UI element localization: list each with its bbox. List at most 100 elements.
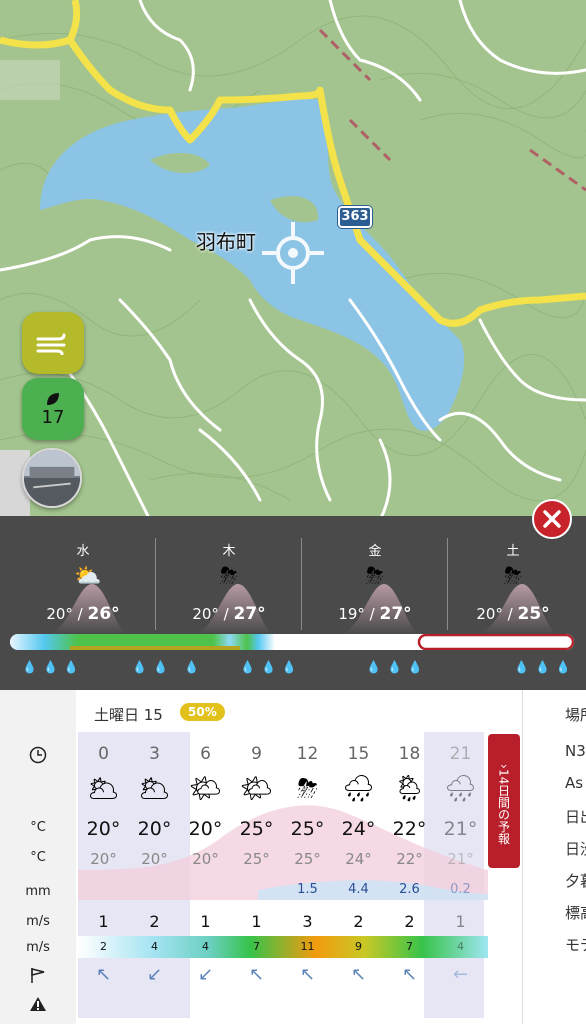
hour-column[interactable]: 9 🌤 25° 25° 1 7 ↖ bbox=[231, 690, 282, 1024]
clock-icon bbox=[29, 746, 47, 764]
road-number-shield: 363 bbox=[338, 206, 372, 228]
rain-drops-icon: 💧💧💧 bbox=[240, 660, 303, 674]
rain-unit: mm bbox=[25, 884, 51, 899]
rain-icon: 🌧 bbox=[341, 774, 375, 804]
temperature-unit: °C bbox=[30, 820, 46, 835]
sun-cloud-icon: 🌤 bbox=[188, 774, 222, 804]
low-temp: 20° bbox=[476, 605, 503, 623]
hour-wind-gust: 9 bbox=[355, 940, 362, 953]
crosshair-icon bbox=[262, 222, 324, 284]
air-quality-button[interactable]: 17 bbox=[22, 378, 84, 440]
wind-arrow-icon: ↖ bbox=[95, 964, 112, 985]
hour-wind-speed: 2 bbox=[404, 912, 415, 931]
hour-time: 18 bbox=[398, 744, 421, 764]
cloud-thunder-icon: ⛈ bbox=[366, 564, 384, 589]
hour-wind-gust: 4 bbox=[457, 940, 464, 953]
cloud-thunder-icon: ⛈ bbox=[504, 564, 522, 589]
hour-column[interactable]: 15 🌧 24° 24° 4.4 2 9 ↖ bbox=[333, 690, 384, 1024]
hour-wind-gust: 7 bbox=[406, 940, 413, 953]
hour-temperature: 21° bbox=[443, 818, 478, 840]
sun-cloud-rain-icon: ⛅ bbox=[74, 564, 102, 589]
wind-gust-unit: m/s bbox=[26, 940, 50, 955]
moon-rain-icon: 🌧 bbox=[443, 774, 477, 804]
rain-drops-icon: 💧 bbox=[184, 660, 205, 674]
info-item: 場所 bbox=[565, 706, 586, 724]
wind-speed-unit: m/s bbox=[26, 914, 50, 929]
low-temp: 20° bbox=[192, 605, 219, 623]
wind-arrow-icon: ↖ bbox=[248, 964, 265, 985]
precipitation-timeline-bar[interactable] bbox=[10, 634, 574, 650]
hour-rain: 2.6 bbox=[399, 882, 420, 897]
info-item: モデ bbox=[565, 936, 586, 954]
wind-arrow-icon: ↙ bbox=[197, 964, 214, 985]
hour-wind-gust: 2 bbox=[100, 940, 107, 953]
hourly-forecast-table[interactable]: °C °C mm m/s m/s 土曜日 15 50% 0 🌥 20° 20° … bbox=[0, 690, 586, 1024]
hour-time: 6 bbox=[200, 744, 211, 764]
hour-temperature: 20° bbox=[137, 818, 172, 840]
hour-column[interactable]: 12 ⛈ 25° 25° 1.5 3 11 ↖ bbox=[282, 690, 333, 1024]
location-info-panel: 場所 N3 As 日出 日没 夕暮 標高 モデ bbox=[522, 690, 586, 1024]
hour-wind-gust: 4 bbox=[202, 940, 209, 953]
hour-temperature: 20° bbox=[188, 818, 223, 840]
webcam-button[interactable] bbox=[22, 448, 82, 508]
14-day-forecast-label: 14日間の予報 bbox=[496, 768, 511, 845]
day-column[interactable]: 木 ⛈ 20° / 27° bbox=[156, 516, 302, 634]
leaf-icon bbox=[47, 392, 59, 405]
info-item: 夕暮 bbox=[565, 872, 586, 890]
hour-temperature: 25° bbox=[290, 818, 325, 840]
units-column: °C °C mm m/s m/s bbox=[0, 690, 76, 1024]
14-day-forecast-tab[interactable]: › 14日間の予報 bbox=[488, 734, 520, 868]
hour-temperature: 25° bbox=[239, 818, 274, 840]
day-temperatures: 19° / 27° bbox=[302, 604, 448, 624]
info-item: N3 bbox=[565, 742, 586, 760]
high-temp: 26° bbox=[87, 604, 120, 624]
temp-separator: / bbox=[364, 605, 380, 623]
hour-wind-speed: 1 bbox=[251, 912, 262, 931]
hour-time: 9 bbox=[251, 744, 262, 764]
hour-feels-like: 20° bbox=[90, 850, 117, 868]
hour-column[interactable]: 3 🌥 20° 20° 2 4 ↙ bbox=[129, 690, 180, 1024]
cloud-thunder-icon: ⛈ bbox=[220, 564, 238, 589]
wind-direction-icon bbox=[31, 968, 45, 983]
temp-separator: / bbox=[502, 605, 518, 623]
sun-cloud-icon: 🌤 bbox=[239, 774, 273, 804]
day-column[interactable]: 金 ⛈ 19° / 27° bbox=[302, 516, 448, 634]
day-name: 土 bbox=[506, 544, 520, 559]
hour-time: 0 bbox=[98, 744, 109, 764]
sun-rain-icon: 🌦 bbox=[392, 774, 426, 804]
high-temp: 27° bbox=[379, 604, 412, 624]
hour-temperature: 22° bbox=[392, 818, 427, 840]
hour-wind-gust: 11 bbox=[300, 940, 315, 953]
hour-column[interactable]: 6 🌤 20° 20° 1 4 ↙ bbox=[180, 690, 231, 1024]
low-temp: 20° bbox=[46, 605, 73, 623]
hour-feels-like: 25° bbox=[243, 850, 270, 868]
hour-time: 15 bbox=[347, 744, 370, 764]
info-item: 日没 bbox=[565, 840, 586, 858]
wind-icon bbox=[36, 333, 66, 355]
high-temp: 25° bbox=[517, 604, 550, 624]
hour-column[interactable]: 21 🌧 21° 21° 0.2 1 4 ← bbox=[435, 690, 486, 1024]
hour-wind-speed: 2 bbox=[353, 912, 364, 931]
wind-arrow-icon: ↙ bbox=[146, 964, 163, 985]
precipitation-gradient bbox=[10, 634, 574, 650]
close-button[interactable] bbox=[532, 499, 572, 539]
hour-rain: 4.4 bbox=[348, 882, 369, 897]
hour-column[interactable]: 0 🌥 20° 20° 1 2 ↖ bbox=[78, 690, 129, 1024]
hour-time: 21 bbox=[449, 744, 472, 764]
hour-wind-speed: 3 bbox=[302, 912, 313, 931]
day-column[interactable]: 水 ⛅ 20° / 26° bbox=[10, 516, 156, 634]
day-name: 木 bbox=[222, 544, 236, 559]
temp-separator: / bbox=[72, 605, 88, 623]
hour-temperature: 24° bbox=[341, 818, 376, 840]
wind-arrow-icon: ← bbox=[452, 964, 469, 985]
hour-feels-like: 24° bbox=[345, 850, 372, 868]
hour-column[interactable]: 18 🌦 22° 22° 2.6 2 7 ↖ bbox=[384, 690, 435, 1024]
high-temp: 27° bbox=[233, 604, 266, 624]
hour-feels-like: 25° bbox=[294, 850, 321, 868]
map-view[interactable]: 羽布町 363 17 bbox=[0, 0, 586, 520]
day-name: 水 bbox=[76, 544, 90, 559]
hour-wind-gust: 4 bbox=[151, 940, 158, 953]
feels-like-unit: °C bbox=[30, 850, 46, 865]
day-temperatures: 20° / 27° bbox=[156, 604, 302, 624]
wind-layer-button[interactable] bbox=[22, 312, 84, 374]
